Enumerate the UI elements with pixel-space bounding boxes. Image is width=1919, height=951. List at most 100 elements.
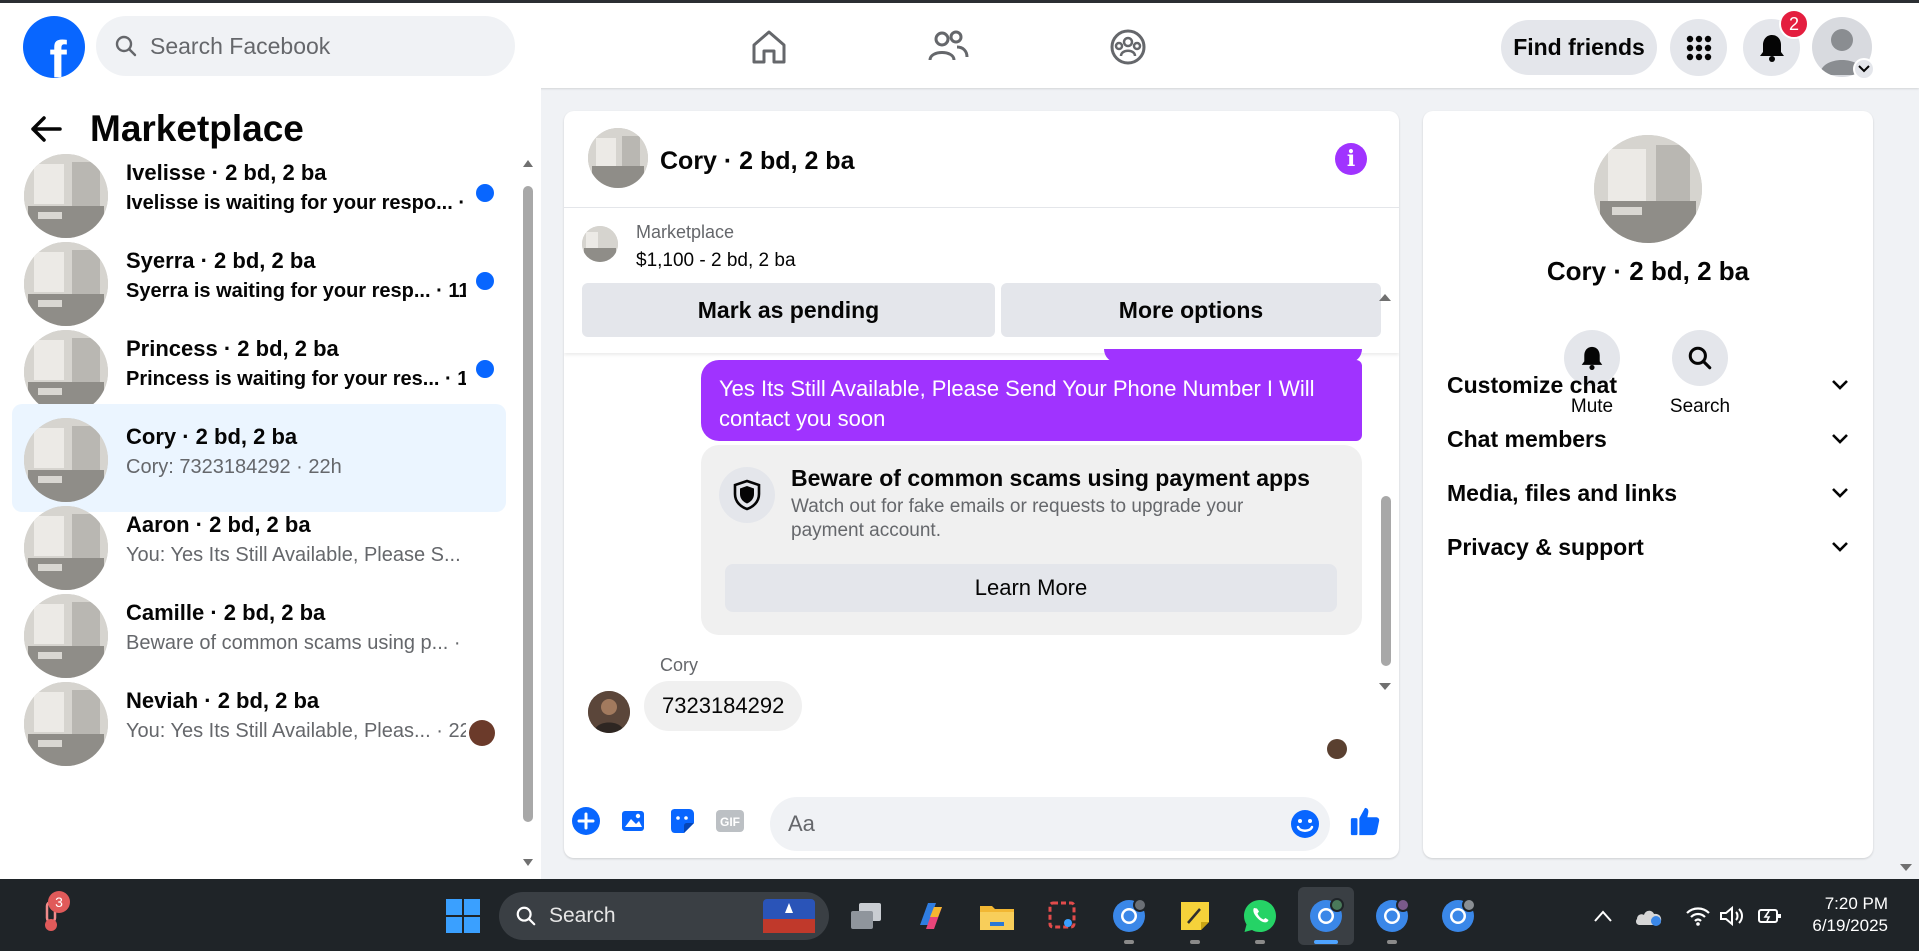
chrome-profile-3-icon[interactable] <box>1369 893 1415 939</box>
facebook-search-input[interactable]: Search Facebook <box>96 16 515 76</box>
friends-icon[interactable] <box>924 23 972 71</box>
message-composer: GIF Aa <box>564 783 1399 858</box>
conversation-name: Cory · 2 bd, 2 ba <box>126 424 298 449</box>
snipping-tool-icon[interactable] <box>1040 893 1086 939</box>
details-section[interactable]: Customize chat <box>1447 365 1849 405</box>
search-icon <box>115 35 137 57</box>
learn-more-button[interactable]: Learn More <box>725 564 1337 612</box>
snippet-separator: · <box>448 632 466 654</box>
message-input[interactable]: Aa <box>770 797 1330 851</box>
chevron-down-icon[interactable] <box>1831 487 1849 499</box>
section-label: Customize chat <box>1447 371 1617 398</box>
page-scrollbar[interactable] <box>1898 98 1914 880</box>
windows-taskbar: 3 Search 7:20 PM 6/19/2025 <box>0 879 1919 951</box>
chrome-profile-4-icon[interactable] <box>1435 893 1481 939</box>
conversation-scrollbar[interactable] <box>522 158 534 940</box>
system-clock[interactable]: 7:20 PM 6/19/2025 <box>1808 893 1888 937</box>
chat-scroll-down-icon[interactable] <box>1377 681 1393 693</box>
file-explorer-icon[interactable] <box>974 893 1020 939</box>
whatsapp-icon[interactable] <box>1237 893 1283 939</box>
scroll-up-arrow-icon[interactable] <box>522 158 534 168</box>
details-section[interactable]: Media, files and links <box>1447 473 1849 513</box>
listing-thumbnail <box>24 594 108 678</box>
battery-icon[interactable] <box>1747 893 1793 939</box>
sticky-notes-icon[interactable] <box>1172 893 1218 939</box>
shield-icon <box>719 467 775 523</box>
scroll-down-arrow-icon[interactable] <box>522 858 534 868</box>
find-friends-button[interactable]: Find friends <box>1501 20 1657 75</box>
chat-avatar[interactable] <box>588 128 648 188</box>
back-arrow-icon[interactable] <box>30 115 62 143</box>
chat-scrollbar[interactable] <box>1377 291 1393 701</box>
snippet-time: 12h <box>457 368 466 390</box>
incoming-message-bubble: 7323184292 <box>644 681 803 731</box>
chat-header: Cory · 2 bd, 2 ba i <box>564 111 1399 208</box>
listing-thumbnail[interactable] <box>582 226 618 262</box>
listing-thumbnail <box>24 330 108 414</box>
facebook-logo[interactable]: f <box>23 16 85 78</box>
home-icon[interactable] <box>745 23 793 71</box>
copilot-icon[interactable] <box>908 893 954 939</box>
details-section[interactable]: Privacy & support <box>1447 527 1849 567</box>
sender-name: Cory <box>660 655 699 675</box>
taskbar-search[interactable]: Search <box>499 892 829 940</box>
page-scroll-down-icon[interactable] <box>1898 862 1914 874</box>
more-options-button[interactable]: More options <box>1001 283 1381 337</box>
gif-icon[interactable]: GIF <box>714 805 746 837</box>
svg-text:GIF: GIF <box>720 815 740 829</box>
mark-as-pending-button[interactable]: Mark as pending <box>582 283 995 337</box>
scrollbar-thumb[interactable] <box>523 186 533 822</box>
chevron-down-icon[interactable] <box>1831 541 1849 553</box>
profile-photo[interactable] <box>1594 135 1702 243</box>
info-icon[interactable]: i <box>1335 143 1367 175</box>
chat-scrollbar-thumb[interactable] <box>1381 496 1391 666</box>
clock-date: 6/19/2025 <box>1812 916 1888 935</box>
sender-avatar[interactable] <box>588 691 630 733</box>
chat-title[interactable]: Cory · 2 bd, 2 ba <box>660 147 854 176</box>
listing-thumbnail <box>24 506 108 590</box>
sticker-icon[interactable] <box>666 805 698 837</box>
chevron-down-icon[interactable] <box>1853 58 1875 80</box>
chat-scroll-up-icon[interactable] <box>1377 291 1393 303</box>
conversation-snippet: Cory: 7323184292 · 22h <box>126 456 466 479</box>
notification-count-badge: 2 <box>1779 9 1809 39</box>
chevron-up-icon[interactable] <box>1580 893 1626 939</box>
scam-warning-card: Beware of common scams using payment app… <box>701 445 1362 635</box>
section-label: Privacy & support <box>1447 533 1644 560</box>
onedrive-icon[interactable] <box>1626 893 1672 939</box>
chevron-down-icon[interactable] <box>1831 379 1849 391</box>
photo-icon[interactable] <box>618 805 650 837</box>
section-label: Chat members <box>1447 425 1607 452</box>
snippet-separator: · <box>461 544 466 566</box>
chat-details-panel: Cory · 2 bd, 2 ba Mute Search Customize … <box>1423 111 1873 858</box>
chrome-icon[interactable] <box>1106 893 1152 939</box>
snippet-time: 22h <box>308 456 342 478</box>
snippet-text: Ivelisse is waiting for your respo... <box>126 192 453 214</box>
seen-indicator-avatar <box>469 720 495 746</box>
section-label: Media, files and links <box>1447 479 1678 506</box>
active-running-indicator <box>1314 940 1338 944</box>
windows-start-icon[interactable] <box>440 893 486 939</box>
search-highlight-icon[interactable] <box>763 899 815 933</box>
top-navigation-bar: f Search Facebook Find friends 2 <box>0 0 1919 88</box>
menu-grid-icon[interactable] <box>1670 19 1727 76</box>
chevron-down-icon[interactable] <box>1831 433 1849 445</box>
unread-dot <box>476 272 494 290</box>
task-view-icon[interactable] <box>843 893 889 939</box>
groups-icon[interactable] <box>1104 23 1152 71</box>
chrome-profile-2-icon[interactable] <box>1303 893 1349 939</box>
facebook-logo-letter: f <box>49 31 67 78</box>
emoji-icon[interactable] <box>1289 808 1321 840</box>
plus-icon[interactable] <box>570 805 602 837</box>
clock-time: 7:20 PM <box>1824 894 1888 913</box>
conversation-item[interactable]: Neviah · 2 bd, 2 ba You: Yes Its Still Av… <box>12 668 506 776</box>
listing-price[interactable]: $1,100 - 2 bd, 2 ba <box>636 250 796 272</box>
snippet-text: You: Yes Its Still Available, Pleas... <box>126 720 431 742</box>
details-section[interactable]: Chat members <box>1447 419 1849 459</box>
snippet-text: Cory: 7323184292 <box>126 456 291 478</box>
conversation-snippet: Ivelisse is waiting for your respo... · … <box>126 192 466 215</box>
thumbs-up-icon[interactable] <box>1349 805 1381 837</box>
listing-thumbnail <box>24 154 108 238</box>
taskbar-search-label: Search <box>549 904 616 927</box>
chrome-running-indicator <box>1124 940 1134 944</box>
